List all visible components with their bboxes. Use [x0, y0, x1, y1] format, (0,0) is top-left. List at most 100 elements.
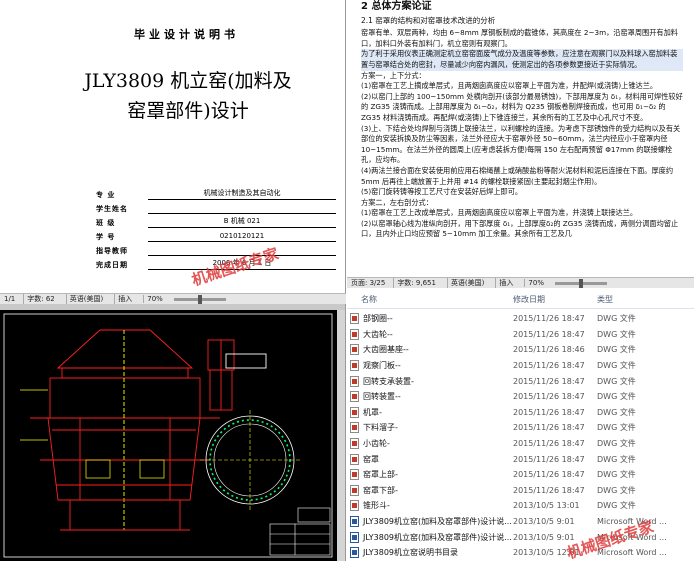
zoom-slider[interactable]: [173, 294, 226, 304]
info-row: 学生姓名: [96, 200, 336, 214]
insert-mode[interactable]: 插入: [495, 278, 516, 288]
column-header-type[interactable]: 类型: [597, 294, 679, 305]
file-name[interactable]: JLY3809机立窑(加料及窑罩部件)设计说...: [363, 516, 512, 527]
word-count[interactable]: 字数: 62: [23, 294, 58, 304]
column-header-name[interactable]: 名称: [347, 294, 513, 305]
file-row[interactable]: 回转支承装置- 2015/11/26 18:47 DWG 文件: [347, 373, 694, 389]
file-date: 2015/11/26 18:47: [513, 407, 585, 417]
zoom-level[interactable]: 70%: [524, 279, 547, 287]
cover-title-line2: 窑罩部件)设计: [127, 100, 249, 122]
file-name[interactable]: 下料溜子-: [363, 422, 398, 433]
base-block: [69, 499, 181, 531]
flange-ring-view: [200, 410, 300, 510]
page-indicator[interactable]: 页面: 3/25: [351, 278, 385, 288]
file-name[interactable]: 大齿圈基座--: [363, 344, 409, 355]
file-name[interactable]: 机罩-: [363, 407, 382, 418]
dwg-file-icon: [350, 406, 359, 418]
file-name-cell[interactable]: 小齿轮-: [347, 438, 513, 450]
paragraph: (5)窑门旋转铸等按工艺尺寸在安装好后焊上即可。: [361, 187, 523, 197]
file-row[interactable]: 锥形斗- 2013/10/5 13:01 DWG 文件: [347, 498, 694, 514]
zoom-slider-knob[interactable]: [578, 278, 583, 288]
file-name-cell[interactable]: JLY3809机立窑(加料及窑罩部件)设计说...: [347, 516, 513, 528]
file-name[interactable]: 大齿轮--: [363, 329, 393, 340]
file-row[interactable]: 部钢圈-- 2015/11/26 18:47 DWG 文件: [347, 311, 694, 327]
file-name-cell[interactable]: 大齿轮--: [347, 328, 513, 340]
language-indicator[interactable]: 英语(美国): [446, 278, 487, 288]
file-date: 2015/11/26 18:47: [513, 361, 585, 371]
zoom-level[interactable]: 70%: [143, 295, 166, 303]
file-row[interactable]: 大齿轮-- 2015/11/26 18:47 DWG 文件: [347, 327, 694, 343]
file-type: DWG 文件: [597, 470, 636, 480]
info-value: 机械设计制造及其自动化: [148, 188, 336, 200]
file-row[interactable]: 回转装置-- 2015/11/26 18:47 DWG 文件: [347, 389, 694, 405]
file-name[interactable]: 窑罩下部-: [363, 485, 398, 496]
file-name-cell[interactable]: 机罩-: [347, 406, 513, 418]
file-row[interactable]: 小齿轮- 2015/11/26 18:47 DWG 文件: [347, 436, 694, 452]
subsection-heading: 2.1 窑罩的结构和对窑罩技术改进的分析: [361, 15, 496, 25]
file-name[interactable]: 部钢圈--: [363, 313, 393, 324]
info-row: 班 级 B 机械 021: [96, 214, 336, 228]
file-name[interactable]: 锥形斗-: [363, 500, 390, 511]
file-row[interactable]: 窑罩上部- 2015/11/26 18:47 DWG 文件: [347, 467, 694, 483]
dwg-file-icon: [350, 313, 359, 325]
file-row[interactable]: 下料溜子- 2015/11/26 18:47 DWG 文件: [347, 420, 694, 436]
page-indicator[interactable]: 1/1: [4, 295, 15, 303]
file-type: DWG 文件: [597, 407, 636, 417]
file-row[interactable]: 窑罩下部- 2015/11/26 18:47 DWG 文件: [347, 483, 694, 499]
info-label: 专 业: [96, 191, 116, 199]
file-name-cell[interactable]: 下料溜子-: [347, 422, 513, 434]
file-list-header: 名称 修改日期 类型: [347, 291, 694, 309]
cover-title: JLY3809 机立窑(加料及 窑罩部件)设计: [38, 66, 338, 126]
file-row[interactable]: 观察门板-- 2015/11/26 18:47 DWG 文件: [347, 358, 694, 374]
cad-drawing-window: [0, 304, 346, 561]
dwg-file-icon: [350, 500, 359, 512]
detail-box: [85, 459, 111, 479]
file-name-cell[interactable]: 大齿圈基座--: [347, 344, 513, 356]
cad-drawing[interactable]: [0, 310, 338, 561]
word-count[interactable]: 字数: 9,651: [393, 278, 439, 288]
file-row[interactable]: 窑罩 2015/11/26 18:47 DWG 文件: [347, 451, 694, 467]
file-date: 2015/11/26 18:47: [513, 314, 585, 324]
paragraph: (4)两法兰接合面在安装使用前应用石棉绳蘸上或硝酸盐粉等耐火泥材料和泥后连接在下…: [361, 165, 674, 186]
file-name-cell[interactable]: 窑罩下部-: [347, 484, 513, 496]
file-name-cell[interactable]: 回转支承装置-: [347, 375, 513, 387]
file-type: DWG 文件: [597, 439, 636, 449]
column-header-date[interactable]: 修改日期: [513, 294, 597, 305]
text-document-window: 2 总体方案论证 2.1 窑罩的结构和对窑罩技术改进的分析 窑罩有单、双层两种，…: [347, 0, 694, 277]
insert-mode[interactable]: 插入: [114, 294, 135, 304]
status-bar-right: 页面: 3/25 字数: 9,651 英语(美国) 插入 70%: [347, 277, 694, 288]
file-row[interactable]: 大齿圈基座-- 2015/11/26 18:46 DWG 文件: [347, 342, 694, 358]
info-label: 完成日期: [96, 261, 128, 269]
file-name[interactable]: 观察门板--: [363, 360, 401, 371]
language-indicator[interactable]: 英语(美国): [65, 294, 106, 304]
file-name-cell[interactable]: 回转装置--: [347, 391, 513, 403]
file-name[interactable]: 回转支承装置-: [363, 376, 414, 387]
file-row[interactable]: JLY3809机立窑说明书目录 2013/10/5 12:01 Microsoft …: [347, 545, 694, 561]
file-name-cell[interactable]: 观察门板--: [347, 360, 513, 372]
file-type: DWG 文件: [597, 361, 636, 371]
kiln-hood-assembly: [30, 329, 220, 531]
file-name-cell[interactable]: JLY3809机立窑说明书目录: [347, 547, 513, 559]
file-name[interactable]: 回转装置--: [363, 391, 401, 402]
zoom-slider[interactable]: [554, 278, 607, 288]
file-name[interactable]: JLY3809机立窑(加料及窑罩部件)设计说...: [363, 532, 512, 543]
file-row[interactable]: 机罩- 2015/11/26 18:47 DWG 文件: [347, 405, 694, 421]
file-name[interactable]: JLY3809机立窑说明书目录: [363, 547, 458, 558]
paragraph: 方案一，上下分式：: [361, 70, 426, 80]
info-label: 班 级: [96, 219, 116, 227]
paragraph: (3)上、下结合处均焊制与浇铸上联接法兰，以利螺栓的连接。为考虑下部锈蚀件的受力…: [361, 123, 681, 165]
file-name-cell[interactable]: JLY3809机立窑(加料及窑罩部件)设计说...: [347, 531, 513, 543]
file-type: DWG 文件: [597, 329, 636, 339]
file-name[interactable]: 窑罩: [363, 454, 379, 465]
file-name[interactable]: 窑罩上部-: [363, 469, 398, 480]
file-name-cell[interactable]: 窑罩: [347, 453, 513, 465]
side-gear: [225, 353, 267, 369]
file-name-cell[interactable]: 锥形斗-: [347, 500, 513, 512]
word-file-icon: [350, 531, 359, 543]
file-date: 2013/10/5 9:01: [513, 517, 575, 527]
file-date: 2013/10/5 13:01: [513, 501, 580, 511]
file-name-cell[interactable]: 部钢圈--: [347, 313, 513, 325]
zoom-slider-knob[interactable]: [197, 294, 202, 304]
file-name[interactable]: 小齿轮-: [363, 438, 390, 449]
file-name-cell[interactable]: 窑罩上部-: [347, 469, 513, 481]
